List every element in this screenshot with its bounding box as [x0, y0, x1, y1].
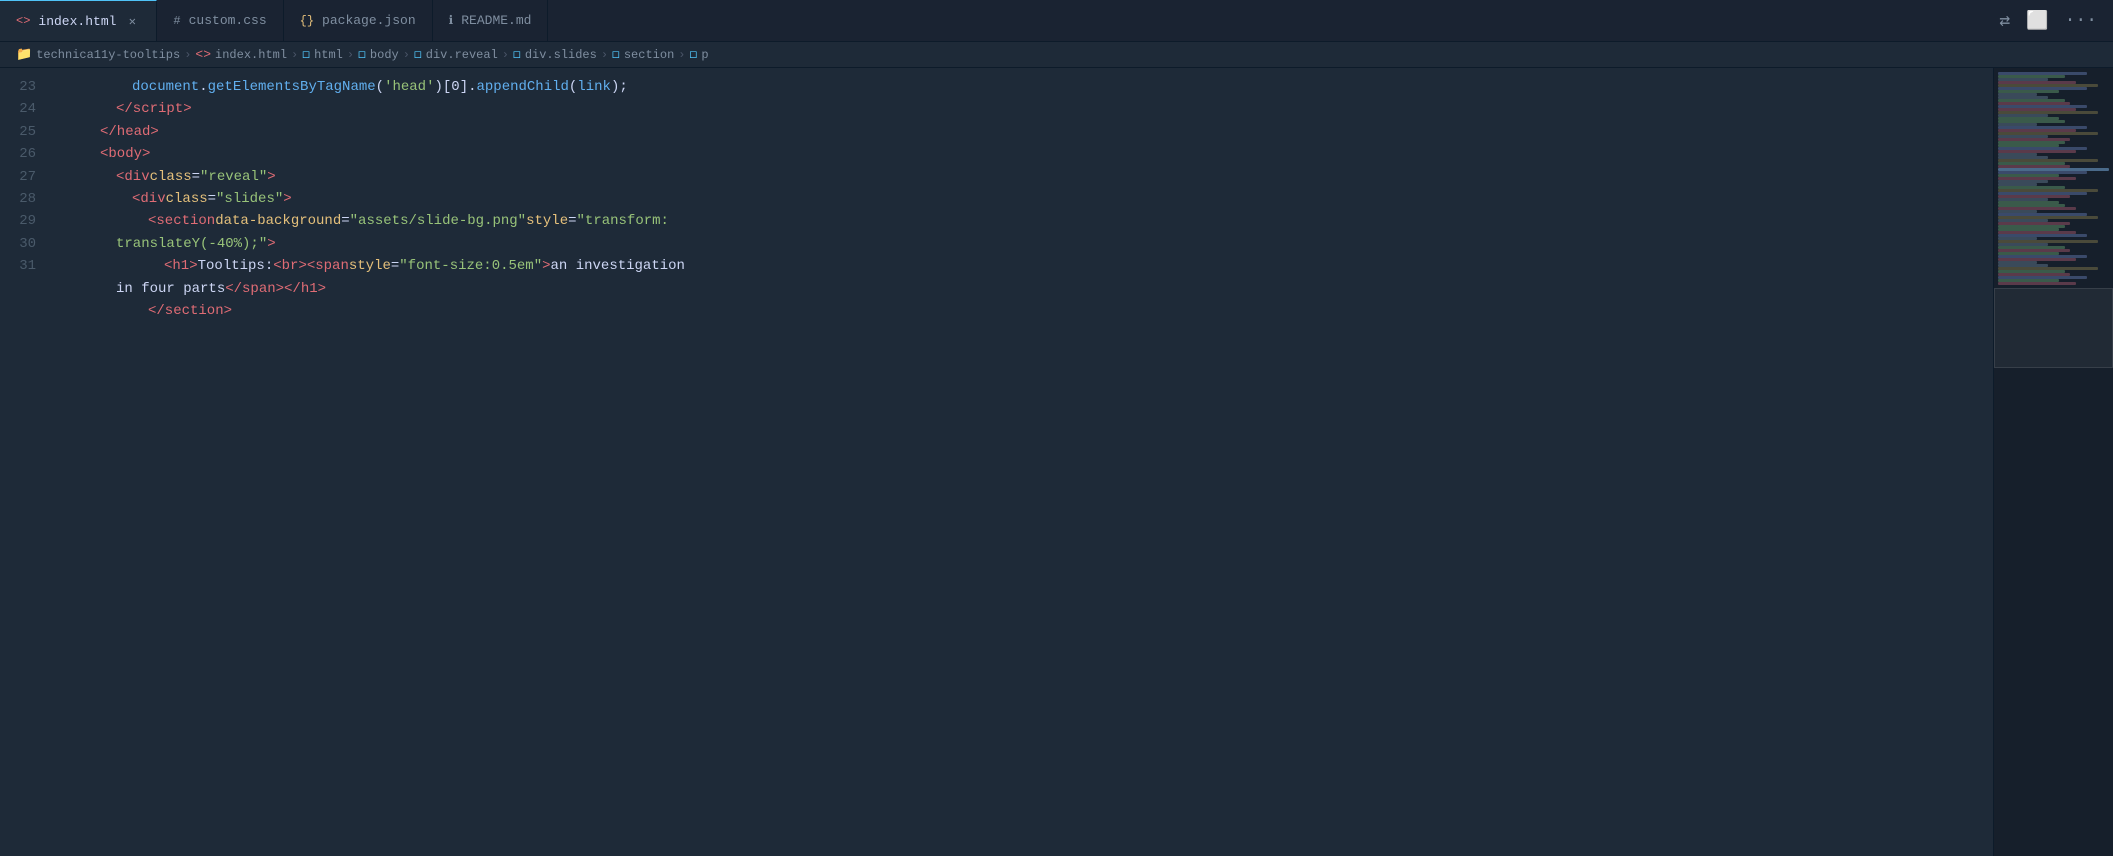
tab-label-index-html: index.html	[38, 14, 116, 29]
minimap-viewport[interactable]	[1994, 288, 2113, 368]
element-section-icon: ◻	[612, 47, 620, 62]
tab-label-custom-css: custom.css	[189, 13, 267, 28]
code-line-29b: translateY(-40%);">	[52, 233, 1993, 255]
code-line-27: <div class="reveal">	[52, 166, 1993, 188]
editor-area: 23 24 25 26 27 28 29 30 31 document.getE…	[0, 68, 2113, 856]
breadcrumb-project-label: technica11y-tooltips	[36, 48, 180, 62]
more-actions-button[interactable]: ···	[2061, 7, 2101, 35]
breadcrumb-div-slides[interactable]: ◻ div.slides	[513, 47, 597, 62]
breadcrumb: 📁 technica11y-tooltips › <> index.html ›…	[0, 42, 2113, 68]
line-num-25: 25	[8, 121, 36, 143]
element-body-icon: ◻	[358, 47, 366, 62]
split-editor-button[interactable]: ⬜	[2022, 6, 2052, 36]
folder-icon: 📁	[16, 47, 32, 62]
line-num-24: 24	[8, 98, 36, 120]
code-line-24: </script>	[52, 98, 1993, 120]
line-num-28: 28	[8, 188, 36, 210]
line-num-29: 29	[8, 210, 36, 232]
breadcrumb-file[interactable]: <> index.html	[195, 47, 287, 62]
code-line-26: <body>	[52, 143, 1993, 165]
tab-close-index-html[interactable]: ✕	[124, 13, 140, 29]
element-div-reveal-icon: ◻	[414, 47, 422, 62]
tab-label-readme-md: README.md	[461, 13, 531, 28]
breadcrumb-html-label: html	[314, 48, 343, 62]
breadcrumb-file-label: index.html	[215, 48, 287, 62]
breadcrumb-sep-4: ›	[403, 48, 410, 62]
line-num-26: 26	[8, 143, 36, 165]
breadcrumb-body[interactable]: ◻ body	[358, 47, 399, 62]
json-icon: {}	[300, 14, 314, 28]
breadcrumb-div-reveal-label: div.reveal	[426, 48, 498, 62]
code-line-31: </section>	[52, 300, 1993, 322]
file-html-icon: <>	[195, 47, 211, 62]
compare-button[interactable]: ⇄	[1995, 6, 2014, 36]
code-editor[interactable]: 23 24 25 26 27 28 29 30 31 document.getE…	[0, 68, 1993, 856]
tab-custom-css[interactable]: # custom.css	[157, 0, 283, 41]
minimap	[1993, 68, 2113, 856]
breadcrumb-p[interactable]: ◻ p	[689, 47, 708, 62]
tab-actions: ⇄ ⬜ ···	[1983, 6, 2113, 36]
breadcrumb-sep-7: ›	[678, 48, 685, 62]
breadcrumb-sep-2: ›	[291, 48, 298, 62]
breadcrumb-section[interactable]: ◻ section	[612, 47, 674, 62]
code-lines[interactable]: document.getElementsByTagName( 'head' )[…	[52, 68, 1993, 856]
code-line-30b: in four parts</span></h1>	[52, 278, 1993, 300]
breadcrumb-div-slides-label: div.slides	[525, 48, 597, 62]
breadcrumb-section-label: section	[624, 48, 674, 62]
line-num-23: 23	[8, 76, 36, 98]
element-div-slides-icon: ◻	[513, 47, 521, 62]
code-line-25: </head>	[52, 121, 1993, 143]
line-num-27: 27	[8, 166, 36, 188]
breadcrumb-body-label: body	[370, 48, 399, 62]
minimap-line	[1998, 282, 2076, 285]
line-num-31: 31	[8, 255, 36, 277]
css-icon: #	[173, 14, 180, 28]
breadcrumb-div-reveal[interactable]: ◻ div.reveal	[414, 47, 498, 62]
tab-label-package-json: package.json	[322, 13, 416, 28]
element-html-icon: ◻	[302, 47, 310, 62]
breadcrumb-project[interactable]: 📁 technica11y-tooltips	[16, 47, 180, 62]
code-content: 23 24 25 26 27 28 29 30 31 document.getE…	[0, 68, 1993, 856]
breadcrumb-sep-5: ›	[502, 48, 509, 62]
md-icon: ℹ	[449, 13, 454, 28]
code-line-30: <h1>Tooltips: <br> <span style="font-siz…	[52, 255, 1993, 277]
minimap-content	[1994, 68, 2113, 856]
breadcrumb-sep-6: ›	[601, 48, 608, 62]
code-line-23: document.getElementsByTagName( 'head' )[…	[52, 76, 1993, 98]
breadcrumb-sep-3: ›	[347, 48, 354, 62]
line-num-30: 30	[8, 233, 36, 255]
tab-package-json[interactable]: {} package.json	[284, 0, 433, 41]
code-line-29: <section data-background="assets/slide-b…	[52, 210, 1993, 232]
breadcrumb-sep-1: ›	[184, 48, 191, 62]
breadcrumb-p-label: p	[701, 48, 708, 62]
line-numbers: 23 24 25 26 27 28 29 30 31	[0, 68, 52, 856]
tab-readme-md[interactable]: ℹ README.md	[433, 0, 549, 41]
code-line-28: <div class="slides">	[52, 188, 1993, 210]
tab-index-html[interactable]: <> index.html ✕	[0, 0, 157, 41]
element-p-icon: ◻	[689, 47, 697, 62]
html-icon: <>	[16, 14, 30, 28]
breadcrumb-html[interactable]: ◻ html	[302, 47, 343, 62]
tab-bar: <> index.html ✕ # custom.css {} package.…	[0, 0, 2113, 42]
